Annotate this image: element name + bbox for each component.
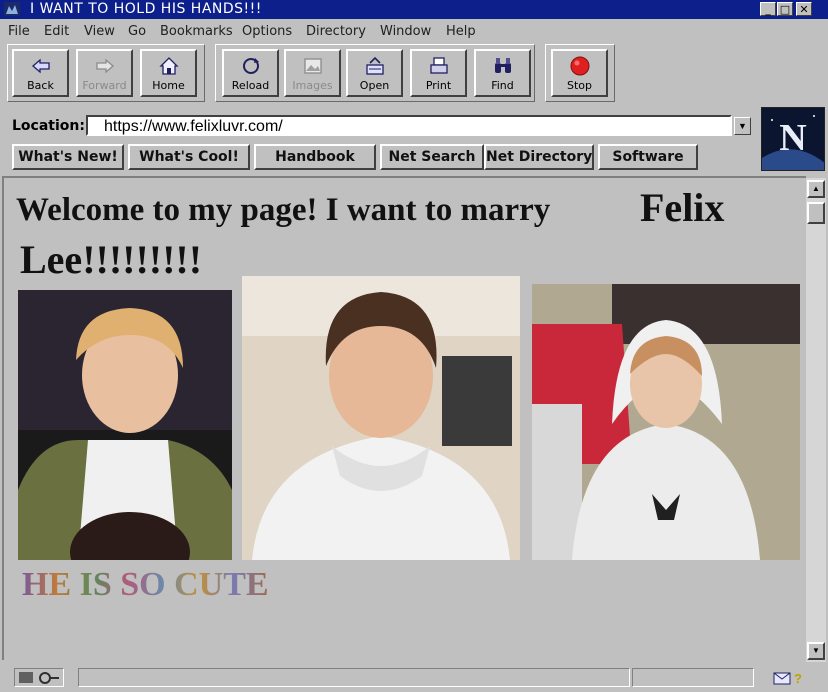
browser-window: I WANT TO HOLD HIS HANDS!!! _ □ ✕ File E… (0, 0, 828, 691)
stop-button[interactable]: Stop (551, 49, 608, 97)
status-bar: ? (0, 664, 828, 691)
net-search-button[interactable]: Net Search (380, 144, 484, 170)
arrow-down-icon: ▼ (812, 646, 820, 655)
netscape-app-icon (4, 2, 20, 16)
netscape-logo: N (761, 107, 825, 171)
reload-button[interactable]: Reload (222, 49, 279, 97)
status-text-area (78, 668, 630, 687)
location-label: Location: (12, 118, 85, 134)
menu-window[interactable]: Window (380, 24, 431, 39)
find-button[interactable]: Find (474, 49, 531, 97)
print-label: Print (425, 79, 452, 92)
window-title: I WANT TO HOLD HIS HANDS!!! (30, 1, 262, 17)
arrow-up-icon: ▲ (812, 184, 820, 193)
toolbar-group-nav: Back Forward Home (7, 44, 205, 102)
page-heading-line1: Welcome to my page! I want to marry (16, 192, 551, 228)
reload-icon (243, 58, 259, 74)
chevron-down-icon: ▼ (738, 121, 747, 131)
navigation-toolbar: Back Forward Home Reload Images Open Pri… (5, 44, 825, 104)
whats-cool-button[interactable]: What's Cool! (128, 144, 250, 170)
location-dropdown-button[interactable]: ▼ (734, 117, 751, 135)
toolbar-group-actions: Reload Images Open Print Find (215, 44, 535, 102)
back-label: Back (27, 79, 54, 92)
maximize-button[interactable]: □ (777, 2, 793, 16)
scroll-up-button[interactable]: ▲ (807, 180, 825, 198)
close-button[interactable]: ✕ (796, 2, 812, 16)
menu-bookmarks[interactable]: Bookmarks (160, 24, 233, 39)
images-label: Images (292, 79, 333, 92)
find-binoculars-icon (495, 58, 511, 73)
page-content: Welcome to my page! I want to marry Feli… (2, 176, 806, 660)
forward-label: Forward (82, 79, 127, 92)
minimize-button[interactable]: _ (760, 2, 776, 16)
home-label: Home (152, 79, 185, 92)
menu-directory[interactable]: Directory (306, 24, 366, 39)
svg-text:?: ? (794, 671, 802, 686)
home-icon (159, 57, 179, 75)
menu-edit[interactable]: Edit (44, 24, 69, 39)
security-key-icon (19, 672, 59, 684)
open-label: Open (359, 79, 390, 92)
open-button[interactable]: Open (346, 49, 403, 97)
photo-2 (242, 276, 520, 560)
page-heading-felix: Felix (640, 185, 725, 230)
software-button[interactable]: Software (598, 144, 698, 170)
location-bar: Location: https://www.felixluvr.com/ ▼ (0, 108, 760, 142)
whats-new-button[interactable]: What's New! (12, 144, 124, 170)
stop-icon (570, 56, 590, 76)
menu-view[interactable]: View (84, 24, 115, 39)
page-heading-line2: Lee!!!!!!!!! (20, 237, 203, 282)
forward-button[interactable]: Forward (76, 49, 133, 97)
location-input[interactable]: https://www.felixluvr.com/ (86, 115, 732, 136)
print-button[interactable]: Print (410, 49, 467, 97)
tagline-he-is-so-cute: HE IS SO CUTE (22, 566, 269, 603)
home-button[interactable]: Home (140, 49, 197, 97)
mail-indicator[interactable]: ? (770, 668, 810, 687)
forward-arrow-icon (96, 58, 114, 74)
handbook-button[interactable]: Handbook (254, 144, 376, 170)
toolbar-group-stop: Stop (545, 44, 615, 102)
back-button[interactable]: Back (12, 49, 69, 97)
menu-options[interactable]: Options (242, 24, 292, 39)
photo-3 (532, 284, 800, 560)
vertical-scrollbar[interactable]: ▲ ▼ (806, 178, 826, 662)
mail-icon: ? (773, 671, 802, 686)
images-icon (304, 58, 322, 74)
directory-buttons: What's New! What's Cool! Handbook Net Se… (12, 144, 732, 172)
open-icon (366, 56, 384, 75)
stop-label: Stop (566, 79, 592, 92)
print-icon (430, 57, 448, 74)
find-label: Find (491, 79, 514, 92)
location-url: https://www.felixluvr.com/ (104, 118, 283, 135)
photo-1 (18, 290, 232, 560)
security-indicator[interactable] (14, 668, 64, 687)
menu-go[interactable]: Go (128, 24, 146, 39)
scroll-down-button[interactable]: ▼ (807, 642, 825, 660)
menu-help[interactable]: Help (446, 24, 476, 39)
title-bar[interactable]: I WANT TO HOLD HIS HANDS!!! _ □ ✕ (0, 0, 828, 19)
back-arrow-icon (32, 58, 50, 74)
logo-letter: N (779, 117, 807, 159)
scroll-thumb[interactable] (807, 202, 825, 224)
progress-area (632, 668, 754, 687)
reload-label: Reload (231, 79, 270, 92)
net-directory-button[interactable]: Net Directory (484, 144, 594, 170)
images-button[interactable]: Images (284, 49, 341, 97)
menu-bar: File Edit View Go Bookmarks Options Dire… (0, 20, 828, 42)
menu-file[interactable]: File (8, 24, 30, 39)
